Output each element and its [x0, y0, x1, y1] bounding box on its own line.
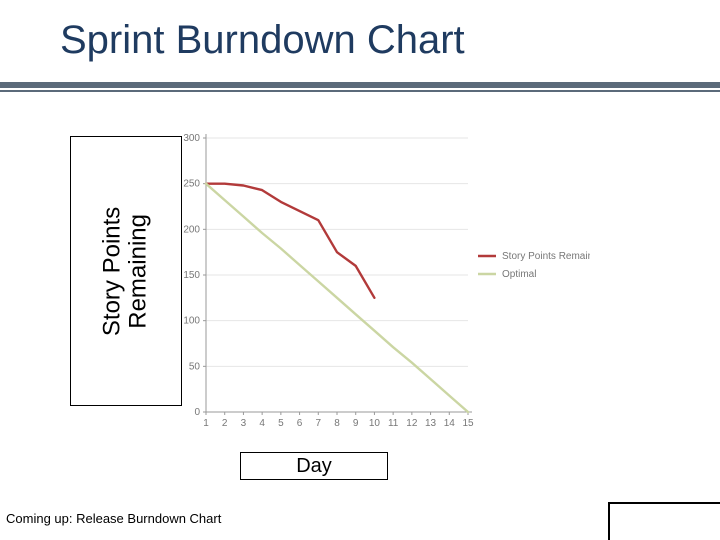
title-rule-thick — [0, 82, 720, 88]
svg-text:Optimal: Optimal — [502, 269, 536, 280]
svg-text:13: 13 — [425, 418, 437, 429]
svg-text:7: 7 — [316, 418, 322, 429]
y-axis-label: Story PointsRemaining — [100, 206, 153, 335]
svg-text:300: 300 — [183, 133, 200, 144]
svg-text:1: 1 — [203, 418, 209, 429]
svg-text:15: 15 — [462, 418, 474, 429]
svg-text:9: 9 — [353, 418, 359, 429]
corner-decoration — [608, 502, 720, 540]
svg-text:Story Points Remaining: Story Points Remaining — [502, 251, 590, 262]
svg-text:150: 150 — [183, 270, 200, 281]
svg-text:12: 12 — [406, 418, 418, 429]
svg-text:10: 10 — [369, 418, 381, 429]
x-axis-label-box: Day — [240, 452, 388, 480]
svg-text:6: 6 — [297, 418, 303, 429]
svg-text:250: 250 — [183, 179, 200, 190]
svg-text:11: 11 — [388, 418, 399, 429]
svg-text:2: 2 — [222, 418, 228, 429]
burndown-chart: 050100150200250300123456789101112131415S… — [160, 126, 590, 436]
svg-text:0: 0 — [194, 407, 200, 418]
svg-text:8: 8 — [334, 418, 340, 429]
svg-text:100: 100 — [183, 316, 200, 327]
svg-text:200: 200 — [183, 224, 200, 235]
x-axis-label: Day — [296, 455, 332, 478]
svg-text:4: 4 — [259, 418, 265, 429]
footer-next-up: Coming up: Release Burndown Chart — [6, 511, 221, 526]
svg-text:50: 50 — [189, 361, 201, 372]
title-rule-thin — [0, 90, 720, 92]
svg-text:5: 5 — [278, 418, 284, 429]
page-title: Sprint Burndown Chart — [60, 18, 680, 63]
svg-text:3: 3 — [241, 418, 247, 429]
svg-text:14: 14 — [444, 418, 456, 429]
